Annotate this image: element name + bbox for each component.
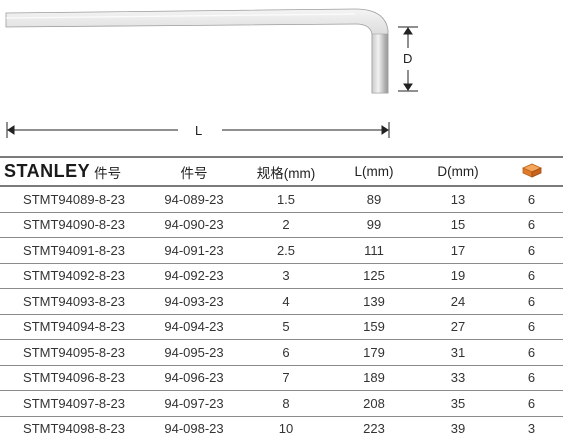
cell-depth: 39 (450, 421, 466, 437)
cell-size: 6 (240, 339, 332, 366)
cell-part-no: 94-089-23 (148, 186, 240, 213)
cell-part-no: 94-090-23 (148, 212, 240, 238)
table-row: STMT94096-8-23 94-096-23 7 189 33 6 (0, 365, 563, 391)
cell-catalog-no: STMT94097-8-23 (0, 390, 148, 417)
cell-catalog-no: STMT94091-8-23 (0, 237, 148, 264)
cell-pack-qty: 6 (500, 365, 563, 391)
header-size: 规格(mm) (240, 156, 332, 187)
cell-length: 189 (332, 365, 416, 391)
cell-length: 159 (332, 314, 416, 340)
cell-catalog-no: STMT94098-8-23 (23, 421, 125, 437)
cell-pack-qty: 3 (527, 421, 536, 437)
cell-part-no: 94-091-23 (148, 237, 240, 264)
hex-key-icon (5, 8, 389, 94)
table-row: STMT94090-8-23 94-090-23 2 99 15 6 (0, 212, 563, 238)
cell-pack-qty: 6 (500, 288, 563, 315)
table-row: STMT94091-8-23 94-091-23 2.5 111 17 6 (0, 237, 563, 264)
cell-catalog-no: STMT94092-8-23 (0, 263, 148, 289)
cell-depth: 19 (416, 263, 500, 289)
cell-depth: 13 (416, 186, 500, 213)
cell-part-no: 94-096-23 (148, 365, 240, 391)
cell-part-no: 94-094-23 (148, 314, 240, 340)
cell-pack-qty: 6 (500, 212, 563, 238)
hex-key-diagram (5, 8, 418, 138)
cell-part-no: 94-093-23 (148, 288, 240, 315)
cell-catalog-no: STMT94093-8-23 (0, 288, 148, 315)
cell-size: 10 (278, 421, 294, 437)
cell-length: 125 (332, 263, 416, 289)
cell-size: 2.5 (240, 237, 332, 264)
cell-pack-qty: 6 (500, 339, 563, 366)
cell-size: 7 (240, 365, 332, 391)
cell-depth: 33 (416, 365, 500, 391)
cell-length: 139 (332, 288, 416, 315)
cell-part-no: 94-097-23 (148, 390, 240, 417)
d-label: D (403, 51, 413, 66)
header-part-no: 件号 (94, 165, 122, 181)
cell-pack-qty: 6 (500, 263, 563, 289)
cell-length: 179 (332, 339, 416, 366)
cell-length: 99 (332, 212, 416, 238)
cell-part-no: 94-095-23 (148, 339, 240, 366)
cell-catalog-no: STMT94096-8-23 (0, 365, 148, 391)
header-part-no-short: 件号 (148, 156, 240, 187)
table-row: STMT94095-8-23 94-095-23 6 179 31 6 (0, 339, 563, 366)
cell-length: 223 (363, 421, 385, 437)
header-pack (500, 156, 563, 187)
cell-size: 4 (240, 288, 332, 315)
l-label: L (195, 123, 203, 138)
header-length: L(mm) (332, 156, 416, 187)
cell-pack-qty: 6 (500, 237, 563, 264)
table-row: STMT94097-8-23 94-097-23 8 208 35 6 (0, 390, 563, 417)
cell-size: 1.5 (240, 186, 332, 213)
table-header-row: STANLEY 件号 件号 规格(mm) L(mm) D(mm) (0, 156, 563, 187)
cell-length: 208 (332, 390, 416, 417)
cell-size: 5 (240, 314, 332, 340)
cell-part-no: 94-092-23 (148, 263, 240, 289)
cell-pack-qty: 6 (500, 390, 563, 417)
cell-depth: 24 (416, 288, 500, 315)
cell-catalog-no: STMT94089-8-23 (0, 186, 148, 213)
brand-header: STANLEY 件号 (0, 156, 148, 187)
box-icon (521, 162, 543, 181)
cell-size: 8 (240, 390, 332, 417)
cell-depth: 15 (416, 212, 500, 238)
stanley-logo: STANLEY (4, 161, 91, 181)
table-row: STMT94093-8-23 94-093-23 4 139 24 6 (0, 288, 563, 315)
cell-pack-qty: 6 (500, 186, 563, 213)
cell-size: 3 (240, 263, 332, 289)
cell-catalog-no: STMT94090-8-23 (0, 212, 148, 238)
cell-length: 89 (332, 186, 416, 213)
cell-pack-qty: 6 (500, 314, 563, 340)
header-depth: D(mm) (416, 156, 500, 187)
cell-length: 111 (332, 237, 416, 264)
cell-part-no: 94-098-23 (164, 421, 224, 437)
table-row: STMT94089-8-23 94-089-23 1.5 89 13 6 (0, 186, 563, 213)
cell-depth: 17 (416, 237, 500, 264)
spec-table: STANLEY 件号 件号 规格(mm) L(mm) D(mm) STMT9408… (0, 156, 563, 441)
cell-catalog-no: STMT94095-8-23 (0, 339, 148, 366)
cell-depth: 31 (416, 339, 500, 366)
table-row: STMT94098-8-23 94-098-23 10 223 39 3 (0, 416, 563, 441)
table-row: STMT94094-8-23 94-094-23 5 159 27 6 (0, 314, 563, 340)
cell-catalog-no: STMT94094-8-23 (0, 314, 148, 340)
cell-depth: 27 (416, 314, 500, 340)
table-row: STMT94092-8-23 94-092-23 3 125 19 6 (0, 263, 563, 289)
cell-size: 2 (240, 212, 332, 238)
cell-depth: 35 (416, 390, 500, 417)
